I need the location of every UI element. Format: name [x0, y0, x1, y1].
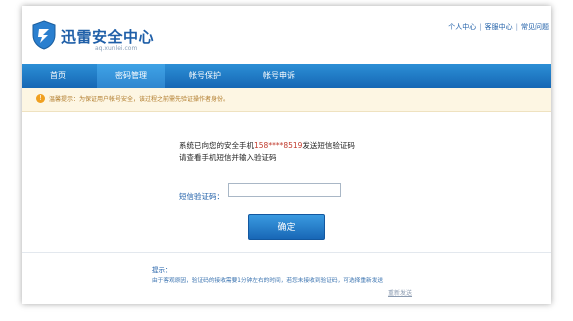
sms-instruction: 请查看手机短信并输入验证码 — [179, 153, 277, 162]
warning-icon: ! — [36, 94, 45, 103]
sms-code-label: 短信验证码： — [179, 192, 224, 201]
page-frame: 迅雷安全中心 aq.xunlei.com 个人中心 | 客服中心 | 常见问题 首页 密… — [22, 6, 551, 304]
sms-code-input[interactable] — [228, 183, 341, 197]
personal-center-link[interactable]: 个人中心 — [448, 23, 476, 31]
tip-title: 提示： — [152, 266, 172, 274]
link-separator: | — [515, 23, 518, 31]
shield-logo-icon — [32, 20, 56, 50]
nav-account-protection[interactable]: 帐号保护 — [171, 64, 239, 88]
tip-body: 由于客观原因，验证码的接收需要1分钟左右的时间，若您未接收到验证码，可选择重新发… — [152, 278, 384, 284]
main-nav: 首页 密码管理 帐号保护 帐号申诉 — [22, 64, 551, 88]
customer-service-link[interactable]: 客服中心 — [485, 23, 513, 31]
top-links: 个人中心 | 客服中心 | 常见问题 — [445, 22, 549, 32]
nav-home[interactable]: 首页 — [24, 64, 92, 88]
faq-link[interactable]: 常见问题 — [521, 23, 549, 31]
confirm-button[interactable]: 确定 — [248, 214, 325, 240]
resend-link[interactable]: 重新发送 — [388, 288, 412, 297]
nav-password-management[interactable]: 密码管理 — [97, 64, 165, 88]
masked-phone: 158****8519 — [254, 141, 303, 150]
logo-domain: aq.xunlei.com — [95, 45, 138, 52]
divider — [22, 252, 551, 253]
sms-sent-message: 系统已向您的安全手机158****8519发送短信验证码 — [179, 140, 355, 151]
message-suffix: 发送短信验证码 — [302, 141, 355, 150]
nav-account-appeal[interactable]: 帐号申诉 — [245, 64, 313, 88]
link-separator: | — [479, 23, 482, 31]
message-prefix: 系统已向您的安全手机 — [179, 141, 254, 150]
notice-bar: ! 温馨提示：为保证用户帐号安全，该过程之前需先验证操作者身份。 — [22, 88, 551, 112]
logo-title: 迅雷安全中心 — [61, 28, 155, 46]
notice-text: 温馨提示：为保证用户帐号安全，该过程之前需先验证操作者身份。 — [49, 96, 230, 103]
